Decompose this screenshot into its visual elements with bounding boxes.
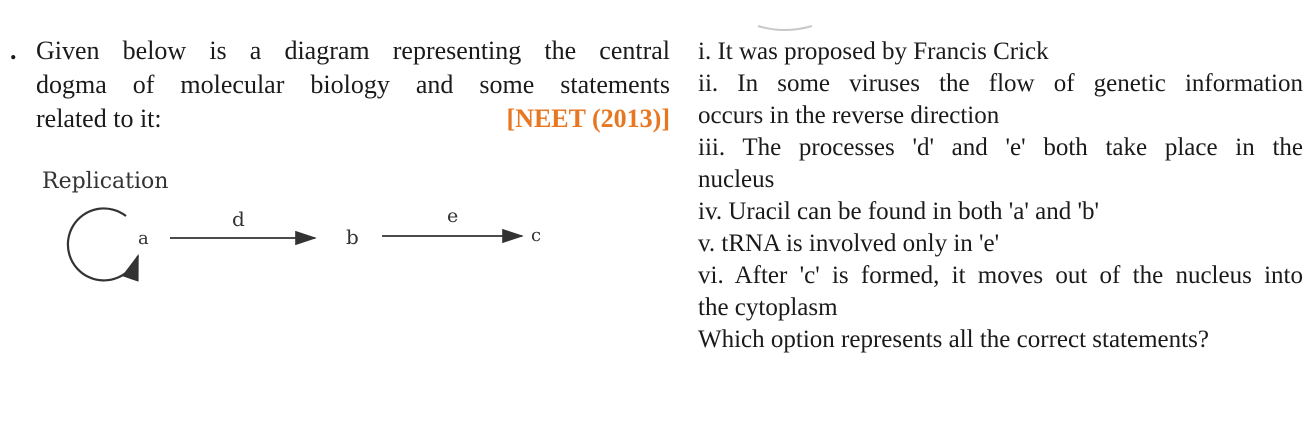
question-stem: . Given below is a diagram representing … [10, 34, 670, 136]
process-d-label: d [232, 207, 245, 231]
process-e-label: e [447, 205, 458, 227]
statement-ii-line-1: ii. In some viruses the flow of genetic … [698, 70, 1303, 97]
statement-iii-line-1: iii. The processes 'd' and 'e' both take… [698, 134, 1303, 161]
question-line-2: dogma of molecular biology and some stat… [36, 70, 670, 99]
statement-i: i. It was proposed by Francis Crick [698, 38, 1049, 65]
question-line-3: related to it: [36, 104, 162, 133]
replication-loop-arrow [66, 207, 140, 282]
replication-label: Replication [42, 169, 168, 194]
central-dogma-diagram: Replication a d b e c [10, 168, 570, 293]
node-b: b [346, 225, 359, 249]
scan-artifact [757, 25, 813, 31]
exam-tag: [NEET (2013)] [506, 104, 670, 133]
question-bullet: . [10, 36, 17, 65]
question-prompt: Which option represents all the correct … [698, 326, 1209, 353]
node-c: c [531, 225, 541, 246]
statements-section: i. It was proposed by Francis Crick ii. … [698, 36, 1303, 356]
statement-v: v. tRNA is involved only in 'e' [698, 230, 1000, 257]
question-section: . Given below is a diagram representing … [10, 34, 670, 282]
statement-iii-line-2: nucleus [698, 166, 775, 193]
statement-ii-line-2: occurs in the reverse direction [698, 102, 1000, 129]
node-a: a [138, 228, 149, 249]
question-line-1: Given below is a diagram representing th… [36, 36, 670, 65]
statement-vi-line-2: the cytoplasm [698, 294, 838, 321]
statement-iv: iv. Uracil can be found in both 'a' and … [698, 198, 1100, 225]
statement-vi-line-1: vi. After 'c' is formed, it moves out of… [698, 262, 1303, 289]
